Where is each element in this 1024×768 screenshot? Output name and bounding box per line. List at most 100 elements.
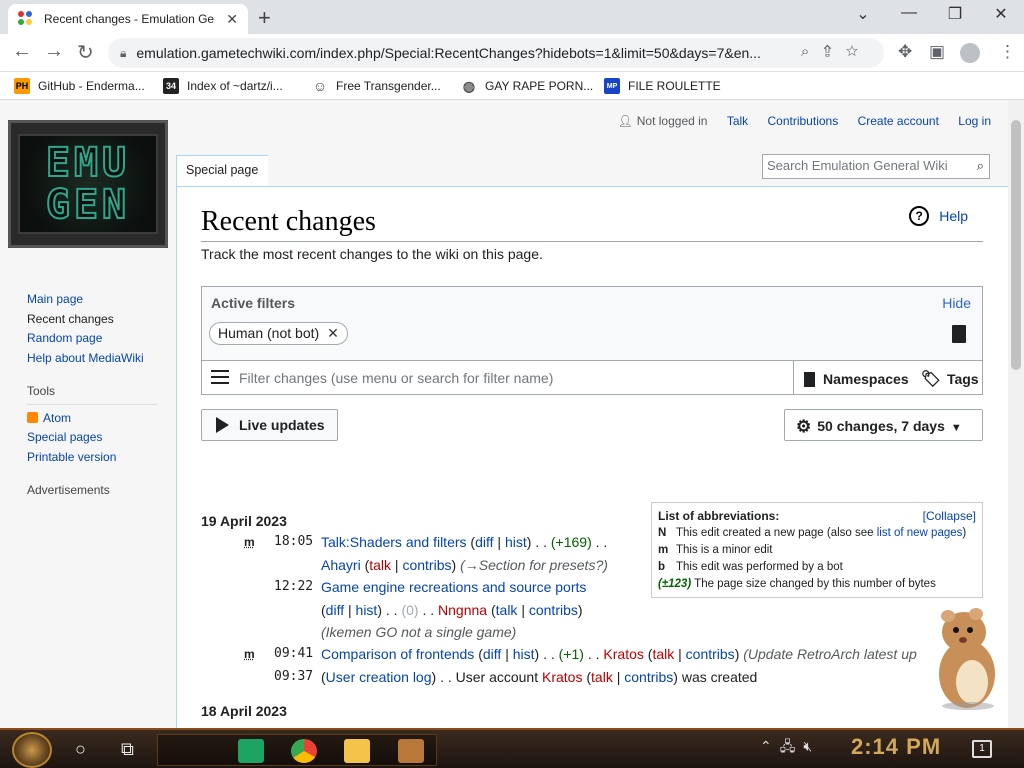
media-app-icon[interactable] [398, 739, 424, 763]
lock-icon[interactable]: 🔒︎ [120, 46, 126, 61]
bookmark-item[interactable]: PH GitHub - Enderma... [14, 78, 145, 94]
filter-search-input[interactable]: Filter changes (use menu or search for f… [239, 370, 553, 386]
live-updates-button[interactable]: Live updates [201, 409, 338, 441]
browser-tab[interactable]: Recent changes - Emulation Ge ✕ [8, 4, 248, 34]
network-icon[interactable]: 🖧︎ [780, 738, 804, 754]
sidebar-item-recent-changes[interactable]: Recent changes [27, 312, 114, 326]
filter-chip[interactable]: Human (not bot) ✕ [209, 322, 348, 345]
diff-link[interactable]: diff [326, 602, 344, 618]
new-pages-link[interactable]: list of new pages [877, 527, 963, 539]
clock[interactable]: 2:14 PM [851, 734, 941, 760]
cortana-icon[interactable]: ○ [75, 739, 86, 760]
share-icon[interactable]: ⇪ [823, 43, 845, 60]
notification-icon[interactable]: 1 [972, 740, 992, 758]
trash-icon[interactable] [952, 325, 966, 343]
contributions-link[interactable]: Contributions [768, 114, 839, 128]
log-result: was created [681, 669, 758, 685]
sidebar-item-printable[interactable]: Printable version [27, 450, 116, 464]
taskbar-apps [157, 734, 437, 766]
menu-dots-icon[interactable]: ⋮ [999, 42, 1016, 62]
sidebar-item-atom[interactable]: Atom [43, 411, 71, 425]
start-button[interactable] [12, 732, 52, 768]
reload-icon[interactable]: ↻ [77, 40, 94, 65]
help-link[interactable]: ? Help [909, 206, 968, 226]
chrome-icon[interactable] [291, 739, 317, 763]
address-bar[interactable]: 🔒︎ emulation.gametechwiki.com/index.php/… [108, 38, 884, 68]
search-input[interactable]: Search Emulation General Wiki ⌕ [762, 154, 990, 179]
search-icon[interactable]: ⌕ [801, 43, 823, 60]
remove-filter-icon[interactable]: ✕ [327, 325, 339, 341]
sidebar-item-special-pages[interactable]: Special pages [27, 430, 102, 444]
tab-search-icon[interactable]: ⌄ [843, 4, 883, 24]
hist-link[interactable]: hist [513, 646, 535, 662]
changes-settings-button[interactable]: ⚙ 50 changes, 7 days ▼ [784, 409, 983, 441]
filter-search-bar[interactable]: Filter changes (use menu or search for f… [201, 360, 983, 395]
create-account-link[interactable]: Create account [858, 114, 939, 128]
tab-special-page[interactable]: Special page [176, 155, 268, 187]
collapse-link[interactable]: [Collapse] [923, 508, 976, 525]
back-icon[interactable]: ← [12, 40, 32, 63]
close-window-icon[interactable]: ✕ [981, 4, 1021, 24]
url-text[interactable]: emulation.gametechwiki.com/index.php/Spe… [136, 45, 776, 61]
tab-title: Recent changes - Emulation Ge [44, 12, 215, 26]
sidebar-item-help[interactable]: Help about MediaWiki [27, 351, 144, 365]
diff-link[interactable]: diff [475, 534, 493, 550]
bookmark-item[interactable]: 34 Index of ~dartz/i... [163, 78, 283, 94]
hist-link[interactable]: hist [505, 534, 527, 550]
user-talk-link[interactable]: talk [591, 669, 613, 685]
browser-tab-strip: Recent changes - Emulation Ge ✕ + ⌄ — ❐ … [0, 0, 1024, 34]
user-talk-link[interactable]: talk [496, 602, 518, 618]
file-explorer-icon[interactable] [344, 739, 370, 763]
page-link[interactable]: Comparison of frontends [321, 646, 474, 662]
minimize-icon[interactable]: — [889, 4, 929, 22]
bookmark-item[interactable]: ☺ Free Transgender... [312, 78, 441, 94]
user-talk-link[interactable]: talk [652, 646, 674, 662]
user-contribs-link[interactable]: contribs [686, 646, 735, 662]
task-view-icon[interactable]: ⧉ [121, 739, 134, 760]
diff-link[interactable]: diff [483, 646, 501, 662]
menu-icon[interactable] [211, 370, 229, 372]
hide-filters-link[interactable]: Hide [942, 295, 971, 311]
new-tab-icon[interactable]: + [258, 5, 271, 31]
close-tab-icon[interactable]: ✕ [226, 11, 238, 28]
bookmark-item[interactable]: ◍ GAY RAPE PORN... [461, 78, 593, 94]
log-link[interactable]: User creation log [326, 669, 432, 685]
user-link[interactable]: Kratos [603, 646, 643, 662]
profile-avatar[interactable] [960, 43, 980, 63]
user-talk-link[interactable]: talk [369, 557, 391, 573]
side-panel-icon[interactable]: ▣ [929, 42, 945, 62]
sidebar-item-random-page[interactable]: Random page [27, 331, 102, 345]
sidebar-item-main-page[interactable]: Main page [27, 292, 83, 306]
user-link[interactable]: Kratos [542, 669, 582, 685]
log-action: . . User account [440, 669, 539, 685]
google-sheets-icon[interactable] [238, 739, 264, 763]
talk-link[interactable]: Talk [727, 114, 748, 128]
restore-icon[interactable]: ❐ [935, 4, 975, 24]
user-link[interactable]: Nngnna [438, 602, 487, 618]
user-contribs-link[interactable]: contribs [529, 602, 578, 618]
volume-muted-icon[interactable]: 🔇︎ [803, 738, 820, 754]
extensions-icon[interactable]: ✥ [898, 42, 912, 62]
user-contribs-link[interactable]: contribs [402, 557, 451, 573]
user-link[interactable]: Ahayri [321, 557, 361, 573]
search-icon[interactable]: ⌕ [977, 158, 984, 174]
bookmark-item[interactable]: MP FILE ROULETTE [604, 78, 721, 94]
user-contribs-link[interactable]: contribs [624, 669, 673, 685]
site-logo[interactable]: EMU GEN [8, 120, 168, 248]
tags-button[interactable]: Tags [947, 371, 979, 387]
page-link[interactable]: Game engine recreations and source ports [321, 579, 586, 595]
bookmark-star-icon[interactable]: ☆ [846, 43, 872, 60]
changes-summary-label: 50 changes, 7 days [817, 418, 945, 434]
hist-link[interactable]: hist [356, 602, 378, 618]
chevron-down-icon: ▼ [950, 422, 962, 434]
namespaces-button[interactable]: Namespaces [823, 371, 909, 387]
page-link[interactable]: Talk:Shaders and filters [321, 534, 467, 550]
bookmark-label: FILE ROULETTE [628, 79, 721, 93]
scrollbar-thumb[interactable] [1011, 120, 1021, 370]
size-change: (0) [401, 602, 419, 618]
log-in-link[interactable]: Log in [958, 114, 991, 128]
tray-expand-icon[interactable]: ⌃ [760, 738, 780, 754]
forward-icon[interactable]: → [44, 40, 64, 63]
date-heading: 19 April 2023 [201, 513, 287, 529]
page-scrollbar[interactable] [1008, 100, 1024, 728]
